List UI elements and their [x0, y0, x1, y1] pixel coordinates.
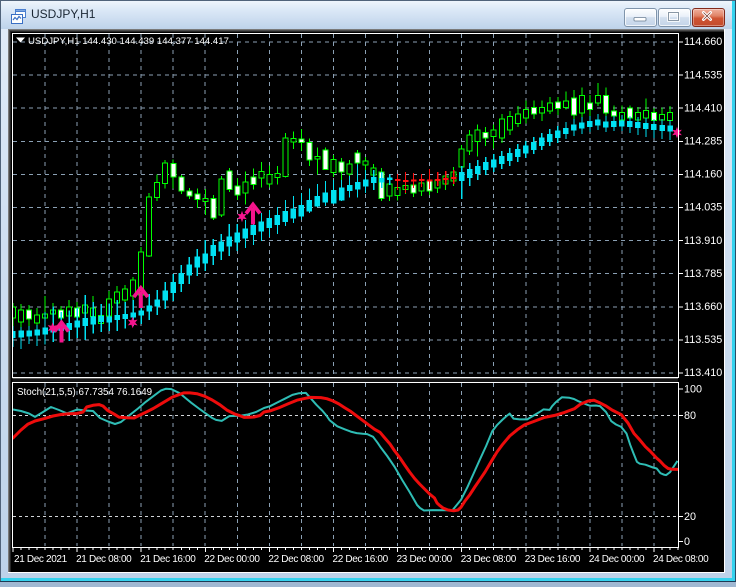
svg-text:21 Dec 16:00: 21 Dec 16:00 [140, 554, 196, 565]
svg-text:114.660: 114.660 [684, 36, 722, 48]
svg-text:21 Dec 08:00: 21 Dec 08:00 [76, 554, 132, 565]
svg-text:114.410: 114.410 [684, 102, 722, 114]
svg-text:0: 0 [684, 536, 690, 548]
svg-text:Stoch(21,5,5) 67.7354 76.1649: Stoch(21,5,5) 67.7354 76.1649 [17, 387, 152, 398]
svg-text:24 Dec 00:00: 24 Dec 00:00 [589, 554, 645, 565]
svg-text:22 Dec 00:00: 22 Dec 00:00 [204, 554, 260, 565]
svg-text:113.660: 113.660 [684, 301, 722, 313]
svg-text:22 Dec 08:00: 22 Dec 08:00 [268, 554, 324, 565]
svg-text:113.535: 113.535 [684, 334, 722, 346]
svg-text:23 Dec 08:00: 23 Dec 08:00 [461, 554, 517, 565]
svg-text:113.910: 113.910 [684, 235, 722, 247]
svg-text:22 Dec 16:00: 22 Dec 16:00 [333, 554, 389, 565]
svg-text:24 Dec 08:00: 24 Dec 08:00 [653, 554, 709, 565]
svg-text:USDJPY,H1 144.430 144.439 144.: USDJPY,H1 144.430 144.439 144.377 144.41… [28, 36, 229, 47]
svg-text:100: 100 [684, 384, 702, 396]
svg-text:23 Dec 00:00: 23 Dec 00:00 [397, 554, 453, 565]
svg-text:114.035: 114.035 [684, 202, 722, 214]
svg-text:21 Dec 2021: 21 Dec 2021 [14, 554, 68, 565]
svg-text:114.535: 114.535 [684, 69, 722, 81]
svg-text:114.160: 114.160 [684, 169, 722, 181]
svg-text:20: 20 [684, 511, 696, 523]
svg-text:113.410: 113.410 [684, 367, 722, 379]
svg-text:23 Dec 16:00: 23 Dec 16:00 [525, 554, 581, 565]
svg-text:113.785: 113.785 [684, 268, 722, 280]
svg-text:114.285: 114.285 [684, 136, 722, 148]
svg-text:80: 80 [684, 410, 696, 422]
